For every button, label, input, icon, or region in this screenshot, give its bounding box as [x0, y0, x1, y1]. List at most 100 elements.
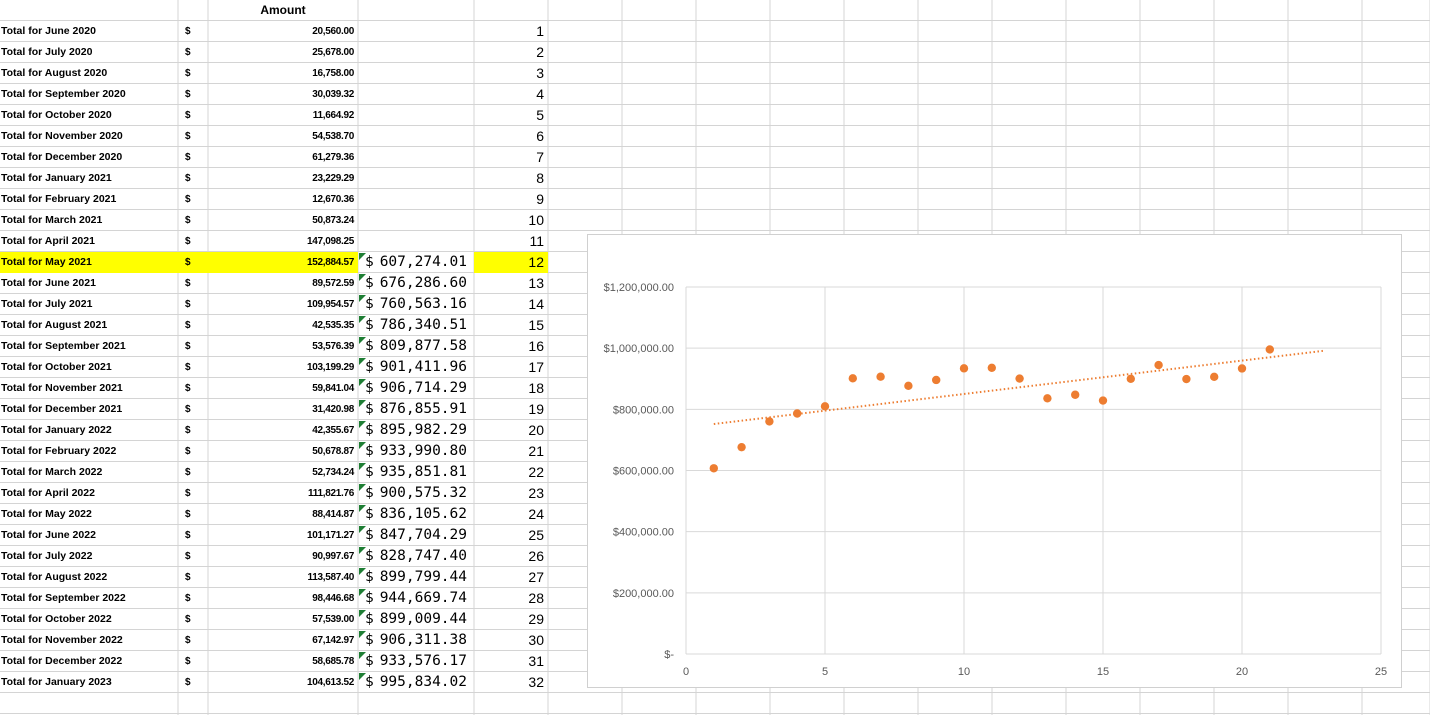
row-label-cell[interactable]: Total for June 2021: [0, 273, 178, 294]
row-label-cell[interactable]: Total for December 2020: [0, 147, 178, 168]
currency-cell[interactable]: $: [178, 588, 208, 609]
currency-cell[interactable]: $: [178, 441, 208, 462]
amount-cell[interactable]: 103,199.29: [208, 357, 358, 378]
amount-cell[interactable]: 58,685.78: [208, 651, 358, 672]
amount-cell[interactable]: 23,229.29: [208, 168, 358, 189]
currency-cell[interactable]: $: [178, 567, 208, 588]
currency-cell[interactable]: $: [178, 630, 208, 651]
row-label-cell[interactable]: Total for August 2021: [0, 315, 178, 336]
currency-cell[interactable]: $: [178, 63, 208, 84]
index-cell[interactable]: 15: [474, 315, 548, 336]
currency-cell[interactable]: $: [178, 546, 208, 567]
index-cell[interactable]: 32: [474, 672, 548, 693]
index-cell[interactable]: 29: [474, 609, 548, 630]
row-label-cell[interactable]: Total for January 2021: [0, 168, 178, 189]
cumulative-cell[interactable]: $944,669.74: [358, 588, 474, 609]
cumulative-cell[interactable]: [358, 210, 474, 231]
currency-cell[interactable]: $: [178, 525, 208, 546]
amount-cell[interactable]: 52,734.24: [208, 462, 358, 483]
currency-cell[interactable]: $: [178, 189, 208, 210]
currency-cell[interactable]: $: [178, 609, 208, 630]
currency-cell[interactable]: $: [178, 420, 208, 441]
index-cell[interactable]: 24: [474, 504, 548, 525]
amount-cell[interactable]: 50,678.87: [208, 441, 358, 462]
currency-cell[interactable]: $: [178, 231, 208, 252]
currency-cell[interactable]: $: [178, 21, 208, 42]
cumulative-cell[interactable]: [358, 147, 474, 168]
currency-cell[interactable]: $: [178, 168, 208, 189]
cumulative-cell[interactable]: $676,286.60: [358, 273, 474, 294]
index-cell[interactable]: 25: [474, 525, 548, 546]
row-label-cell[interactable]: Total for December 2022: [0, 651, 178, 672]
index-cell[interactable]: 4: [474, 84, 548, 105]
currency-cell[interactable]: $: [178, 672, 208, 693]
index-cell[interactable]: 3: [474, 63, 548, 84]
currency-cell[interactable]: $: [178, 294, 208, 315]
row-label-cell[interactable]: Total for July 2021: [0, 294, 178, 315]
amount-cell[interactable]: 16,758.00: [208, 63, 358, 84]
row-label-cell[interactable]: Total for February 2021: [0, 189, 178, 210]
currency-cell[interactable]: $: [178, 336, 208, 357]
index-cell[interactable]: 23: [474, 483, 548, 504]
cumulative-cell[interactable]: $876,855.91: [358, 399, 474, 420]
amount-cell[interactable]: 50,873.24: [208, 210, 358, 231]
amount-cell[interactable]: 152,884.57: [208, 251, 358, 273]
amount-cell[interactable]: 25,678.00: [208, 42, 358, 63]
index-cell[interactable]: 22: [474, 462, 548, 483]
amount-cell[interactable]: 104,613.52: [208, 672, 358, 693]
currency-cell[interactable]: $: [178, 210, 208, 231]
amount-cell[interactable]: 42,355.67: [208, 420, 358, 441]
row-label-cell[interactable]: Total for October 2022: [0, 609, 178, 630]
row-label-cell[interactable]: Total for November 2021: [0, 378, 178, 399]
cumulative-cell[interactable]: $899,799.44: [358, 567, 474, 588]
amount-header[interactable]: Amount: [208, 0, 358, 21]
index-cell[interactable]: 14: [474, 294, 548, 315]
row-label-cell[interactable]: Total for September 2022: [0, 588, 178, 609]
cumulative-cell[interactable]: $809,877.58: [358, 336, 474, 357]
index-cell[interactable]: 28: [474, 588, 548, 609]
cumulative-cell[interactable]: [358, 231, 474, 252]
amount-cell[interactable]: 61,279.36: [208, 147, 358, 168]
index-cell[interactable]: 16: [474, 336, 548, 357]
index-cell[interactable]: 5: [474, 105, 548, 126]
cumulative-cell[interactable]: $906,311.38: [358, 630, 474, 651]
row-label-cell[interactable]: Total for May 2021: [0, 251, 178, 273]
cumulative-cell[interactable]: [358, 63, 474, 84]
index-cell[interactable]: 18: [474, 378, 548, 399]
cumulative-cell[interactable]: $895,982.29: [358, 420, 474, 441]
amount-cell[interactable]: 90,997.67: [208, 546, 358, 567]
amount-cell[interactable]: 31,420.98: [208, 399, 358, 420]
amount-cell[interactable]: 59,841.04: [208, 378, 358, 399]
amount-cell[interactable]: 88,414.87: [208, 504, 358, 525]
index-cell[interactable]: 6: [474, 126, 548, 147]
row-label-cell[interactable]: Total for March 2022: [0, 462, 178, 483]
currency-cell[interactable]: $: [178, 357, 208, 378]
index-cell[interactable]: 10: [474, 210, 548, 231]
index-cell[interactable]: 12: [474, 251, 548, 273]
cumulative-cell[interactable]: [358, 21, 474, 42]
row-label-cell[interactable]: Total for July 2020: [0, 42, 178, 63]
currency-cell[interactable]: $: [178, 84, 208, 105]
cumulative-cell[interactable]: $847,704.29: [358, 525, 474, 546]
scatter-chart[interactable]: $- $200,000.00 $400,000.00 $600,000.00 $800,…: [587, 234, 1402, 688]
amount-cell[interactable]: 89,572.59: [208, 273, 358, 294]
index-cell[interactable]: 20: [474, 420, 548, 441]
index-cell[interactable]: 1: [474, 21, 548, 42]
cumulative-cell[interactable]: $995,834.02: [358, 672, 474, 693]
currency-cell[interactable]: $: [178, 105, 208, 126]
cumulative-cell[interactable]: [358, 42, 474, 63]
amount-cell[interactable]: 98,446.68: [208, 588, 358, 609]
currency-cell[interactable]: $: [178, 126, 208, 147]
currency-cell[interactable]: $: [178, 483, 208, 504]
amount-cell[interactable]: 111,821.76: [208, 483, 358, 504]
row-label-cell[interactable]: Total for January 2022: [0, 420, 178, 441]
cumulative-cell[interactable]: [358, 84, 474, 105]
row-label-cell[interactable]: Total for November 2022: [0, 630, 178, 651]
amount-cell[interactable]: 53,576.39: [208, 336, 358, 357]
row-label-cell[interactable]: Total for June 2020: [0, 21, 178, 42]
row-label-cell[interactable]: Total for September 2021: [0, 336, 178, 357]
amount-cell[interactable]: 54,538.70: [208, 126, 358, 147]
amount-cell[interactable]: 67,142.97: [208, 630, 358, 651]
row-label-cell[interactable]: Total for August 2022: [0, 567, 178, 588]
index-cell[interactable]: 30: [474, 630, 548, 651]
